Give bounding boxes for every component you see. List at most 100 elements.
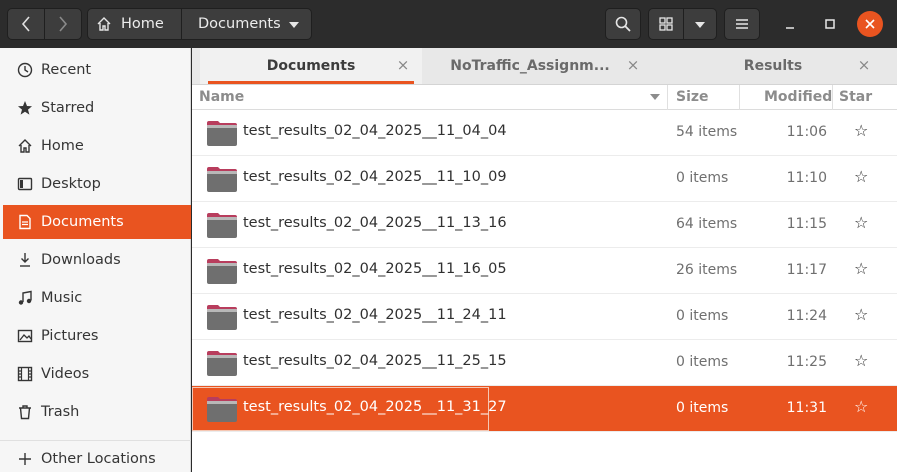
view-toggle-button[interactable] bbox=[648, 8, 684, 40]
folder-icon bbox=[207, 121, 237, 146]
back-button[interactable] bbox=[7, 8, 45, 40]
star-icon[interactable]: ☆ bbox=[854, 259, 868, 278]
column-header-size[interactable]: Size bbox=[676, 89, 709, 105]
file-modified: 11:31 bbox=[786, 400, 827, 416]
sidebar-item-recent[interactable]: Recent bbox=[3, 53, 191, 87]
home-icon bbox=[97, 17, 111, 31]
sidebar-item-label: Starred bbox=[41, 100, 95, 116]
sidebar-item-label: Videos bbox=[41, 366, 90, 382]
view-options-button[interactable] bbox=[683, 8, 717, 40]
column-separator[interactable] bbox=[667, 85, 668, 110]
chevron-right-icon bbox=[59, 16, 68, 32]
file-name: test_results_02_04_2025__11_25_15 bbox=[243, 353, 507, 369]
sidebar-item-label: Other Locations bbox=[41, 451, 156, 467]
sidebar-item-starred[interactable]: Starred bbox=[3, 91, 191, 125]
sidebar-item-pictures[interactable]: Pictures bbox=[3, 319, 191, 353]
maximize-icon bbox=[825, 19, 835, 29]
folder-icon bbox=[207, 397, 237, 422]
star-icon bbox=[17, 100, 33, 116]
sidebar-item-label: Pictures bbox=[41, 328, 99, 344]
column-header-star[interactable]: Star bbox=[839, 89, 872, 105]
plus-icon bbox=[17, 451, 33, 467]
path-bar-home[interactable]: Home bbox=[87, 8, 182, 40]
pictures-icon bbox=[17, 328, 33, 344]
table-row[interactable]: test_results_02_04_2025__11_24_11 0 item… bbox=[192, 294, 897, 340]
close-button[interactable] bbox=[857, 11, 883, 37]
path-home-label: Home bbox=[121, 16, 164, 32]
sidebar-item-label: Trash bbox=[41, 404, 80, 420]
sidebar-item-videos[interactable]: Videos bbox=[3, 357, 191, 391]
sidebar-item-home[interactable]: Home bbox=[3, 129, 191, 163]
folder-icon bbox=[207, 213, 237, 238]
table-row-selected[interactable]: test_results_02_04_2025__11_31_27 0 item… bbox=[192, 386, 897, 432]
folder-icon bbox=[207, 351, 237, 376]
sidebar-item-other-locations[interactable]: Other Locations bbox=[3, 442, 191, 472]
sidebar-item-downloads[interactable]: Downloads bbox=[3, 243, 191, 277]
file-name: test_results_02_04_2025__11_16_05 bbox=[243, 261, 507, 277]
file-modified: 11:24 bbox=[786, 308, 827, 324]
minimize-button[interactable] bbox=[777, 11, 803, 37]
trash-icon bbox=[17, 404, 33, 420]
table-row[interactable]: test_results_02_04_2025__11_10_09 0 item… bbox=[192, 156, 897, 202]
file-modified: 11:10 bbox=[786, 170, 827, 186]
path-bar-current[interactable]: Documents bbox=[181, 8, 312, 40]
tab-documents[interactable]: Documents bbox=[200, 48, 422, 84]
table-row[interactable]: test_results_02_04_2025__11_13_16 64 ite… bbox=[192, 202, 897, 248]
file-size: 26 items bbox=[676, 262, 738, 278]
file-size: 0 items bbox=[676, 354, 729, 370]
sidebar-item-label: Recent bbox=[41, 62, 92, 78]
search-button[interactable] bbox=[605, 8, 641, 40]
hamburger-menu-icon bbox=[736, 19, 748, 29]
tab-close-button[interactable]: × bbox=[395, 57, 411, 73]
sidebar-item-label: Desktop bbox=[41, 176, 101, 192]
column-header-modified[interactable]: Modified bbox=[764, 89, 832, 105]
star-icon[interactable]: ☆ bbox=[854, 305, 868, 324]
sidebar-item-music[interactable]: Music bbox=[3, 281, 191, 315]
file-list: test_results_02_04_2025__11_04_04 54 ite… bbox=[192, 110, 897, 472]
tab-close-button[interactable]: × bbox=[625, 57, 641, 73]
column-separator[interactable] bbox=[739, 85, 740, 110]
sidebar-item-desktop[interactable]: Desktop bbox=[3, 167, 191, 201]
file-name: test_results_02_04_2025__11_24_11 bbox=[243, 307, 507, 323]
tab-results[interactable]: Results bbox=[662, 48, 884, 84]
video-icon bbox=[17, 366, 33, 382]
sidebar: Recent Starred Home Desktop Documents Do… bbox=[0, 48, 191, 472]
chevron-down-icon bbox=[289, 22, 299, 28]
tab-close-button[interactable]: × bbox=[856, 57, 872, 73]
star-icon[interactable]: ☆ bbox=[854, 213, 868, 232]
sidebar-item-label: Music bbox=[41, 290, 83, 306]
table-row[interactable]: test_results_02_04_2025__11_16_05 26 ite… bbox=[192, 248, 897, 294]
file-size: 0 items bbox=[676, 170, 729, 186]
star-icon[interactable]: ☆ bbox=[854, 121, 868, 140]
sort-descending-icon bbox=[650, 94, 660, 100]
column-separator[interactable] bbox=[832, 85, 833, 110]
main-menu-button[interactable] bbox=[724, 8, 760, 40]
document-icon bbox=[17, 214, 33, 230]
file-modified: 11:17 bbox=[786, 262, 827, 278]
close-icon: × bbox=[626, 56, 640, 74]
sidebar-item-documents[interactable]: Documents bbox=[3, 205, 191, 239]
tab-bar: Documents × NoTraffic_Assignm... × Resul… bbox=[192, 48, 897, 85]
forward-button[interactable] bbox=[44, 8, 82, 40]
chevron-left-icon bbox=[21, 16, 30, 32]
path-current-label: Documents bbox=[198, 16, 281, 32]
star-icon[interactable]: ☆ bbox=[854, 351, 868, 370]
download-icon bbox=[17, 252, 33, 268]
home-icon bbox=[17, 138, 33, 154]
table-row[interactable]: test_results_02_04_2025__11_04_04 54 ite… bbox=[192, 110, 897, 156]
star-icon[interactable]: ☆ bbox=[854, 167, 868, 186]
maximize-button[interactable] bbox=[817, 11, 843, 37]
desktop-icon bbox=[17, 176, 33, 192]
tab-label: Documents bbox=[266, 58, 356, 74]
star-icon[interactable]: ☆ bbox=[854, 397, 868, 416]
tab-notraffic[interactable]: NoTraffic_Assignm... bbox=[422, 48, 638, 84]
table-row[interactable]: test_results_02_04_2025__11_25_15 0 item… bbox=[192, 340, 897, 386]
folder-icon bbox=[207, 305, 237, 330]
file-size: 0 items bbox=[676, 308, 729, 324]
tab-label: Results bbox=[743, 58, 803, 74]
file-modified: 11:25 bbox=[786, 354, 827, 370]
sidebar-item-trash[interactable]: Trash bbox=[3, 395, 191, 429]
header-bar: Home Documents bbox=[0, 0, 897, 48]
folder-icon bbox=[207, 167, 237, 192]
column-header-name[interactable]: Name bbox=[199, 89, 244, 105]
